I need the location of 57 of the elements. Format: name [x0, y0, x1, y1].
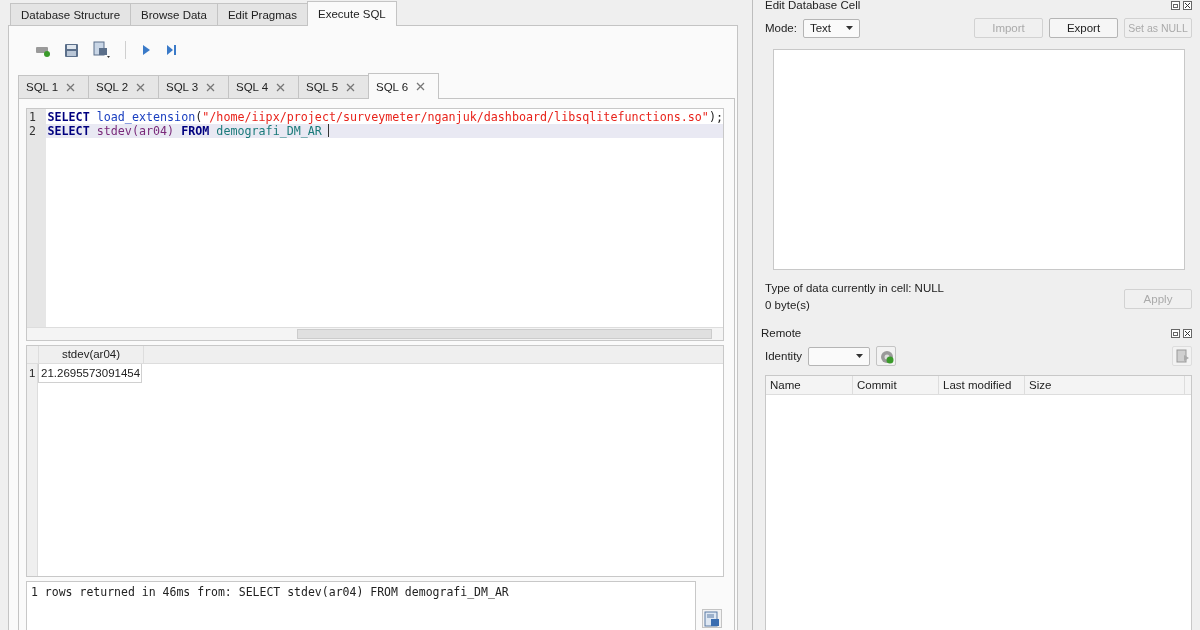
sql-tab[interactable]: SQL 3 [158, 75, 229, 98]
column-header[interactable]: Commit [853, 376, 939, 394]
action-button[interactable]: Export [1049, 18, 1118, 38]
close-icon[interactable] [1183, 328, 1192, 338]
save-as-icon[interactable] [93, 41, 111, 59]
caret-icon [856, 354, 864, 358]
sql-tab[interactable]: SQL 4 [228, 75, 299, 98]
scrollbar-thumb[interactable] [297, 329, 712, 339]
settings-button[interactable] [876, 346, 897, 366]
tab-label[interactable]: SQL 1 [26, 81, 59, 93]
execute-icon[interactable] [140, 43, 151, 57]
column-header[interactable]: Last modified [939, 376, 1025, 394]
table-cell: 21.2695573091454 [38, 364, 142, 383]
main-tab[interactable]: Execute SQL [306, 1, 397, 26]
sql-tab[interactable]: SQL 6 [368, 73, 439, 99]
tab-label[interactable]: SQL 2 [96, 81, 129, 93]
message-text: 1 rows returned in 46ms from: SELECT stdev(ar04) FROM demografi_DM_AR [26, 581, 696, 630]
execute-line-icon[interactable] [165, 43, 177, 57]
cell-editor[interactable] [773, 49, 1185, 270]
column-header[interactable]: Name [766, 376, 853, 394]
tab-label[interactable]: SQL 4 [236, 81, 269, 93]
tab-label[interactable]: SQL 5 [306, 81, 339, 93]
settings-icon [878, 348, 894, 364]
column-header[interactable]: Size [1025, 376, 1185, 394]
panel-title: Edit Database Cell [765, 0, 861, 11]
field-label: Identity [765, 350, 803, 362]
document-arrow-icon [1174, 348, 1190, 364]
code-line: SELECT stdev(ar04) FROM demografi_DM_AR [47, 124, 322, 138]
tab-label[interactable]: SQL 3 [166, 81, 199, 93]
line-number: 2 [28, 124, 37, 138]
sql-tab[interactable]: SQL 1 [18, 75, 89, 98]
sql-tab[interactable]: SQL 5 [298, 75, 369, 98]
text-cursor [327, 124, 329, 137]
save-results-icon [704, 610, 720, 627]
info-text: 0 byte(s) [765, 299, 811, 311]
sql-tab[interactable]: SQL 2 [88, 75, 159, 98]
save-results-button[interactable] [702, 609, 722, 628]
info-text: Type of data currently in cell: NULL [765, 282, 945, 294]
main-tab[interactable]: Database Structure [10, 3, 132, 25]
caret-icon [845, 26, 853, 30]
row-number: 1 [27, 364, 38, 383]
identity-dropdown[interactable] [808, 346, 871, 366]
float-icon[interactable] [1171, 0, 1180, 10]
panel-title: Remote [761, 327, 802, 339]
tab-label[interactable]: SQL 6 [376, 80, 409, 93]
float-icon[interactable] [1171, 328, 1180, 338]
code-line: SELECT load_extension("/home/iipx/project/surveymeter/nganjuk/dashboard/libsqlitefunctions.so"); [47, 110, 723, 124]
push-button[interactable] [1172, 346, 1192, 366]
main-tab[interactable]: Edit Pragmas [216, 3, 308, 25]
field-label: Mode: [765, 22, 797, 34]
close-icon[interactable] [1183, 0, 1192, 10]
save-icon[interactable] [64, 42, 79, 58]
sql-editor[interactable]: 1 2 SELECT load_extension("/home/iipx/project/surveymeter/nganjuk/dashboard/libsqlitefunctions.so"); SELECT stdev(ar04) FROM demografi_DM_AR [26, 108, 724, 341]
column-header[interactable]: stdev(ar04) [39, 346, 144, 363]
main-tab[interactable]: Browse Data [130, 3, 218, 25]
mode-dropdown[interactable]: Text [802, 18, 860, 38]
line-number: 1 [28, 110, 37, 124]
